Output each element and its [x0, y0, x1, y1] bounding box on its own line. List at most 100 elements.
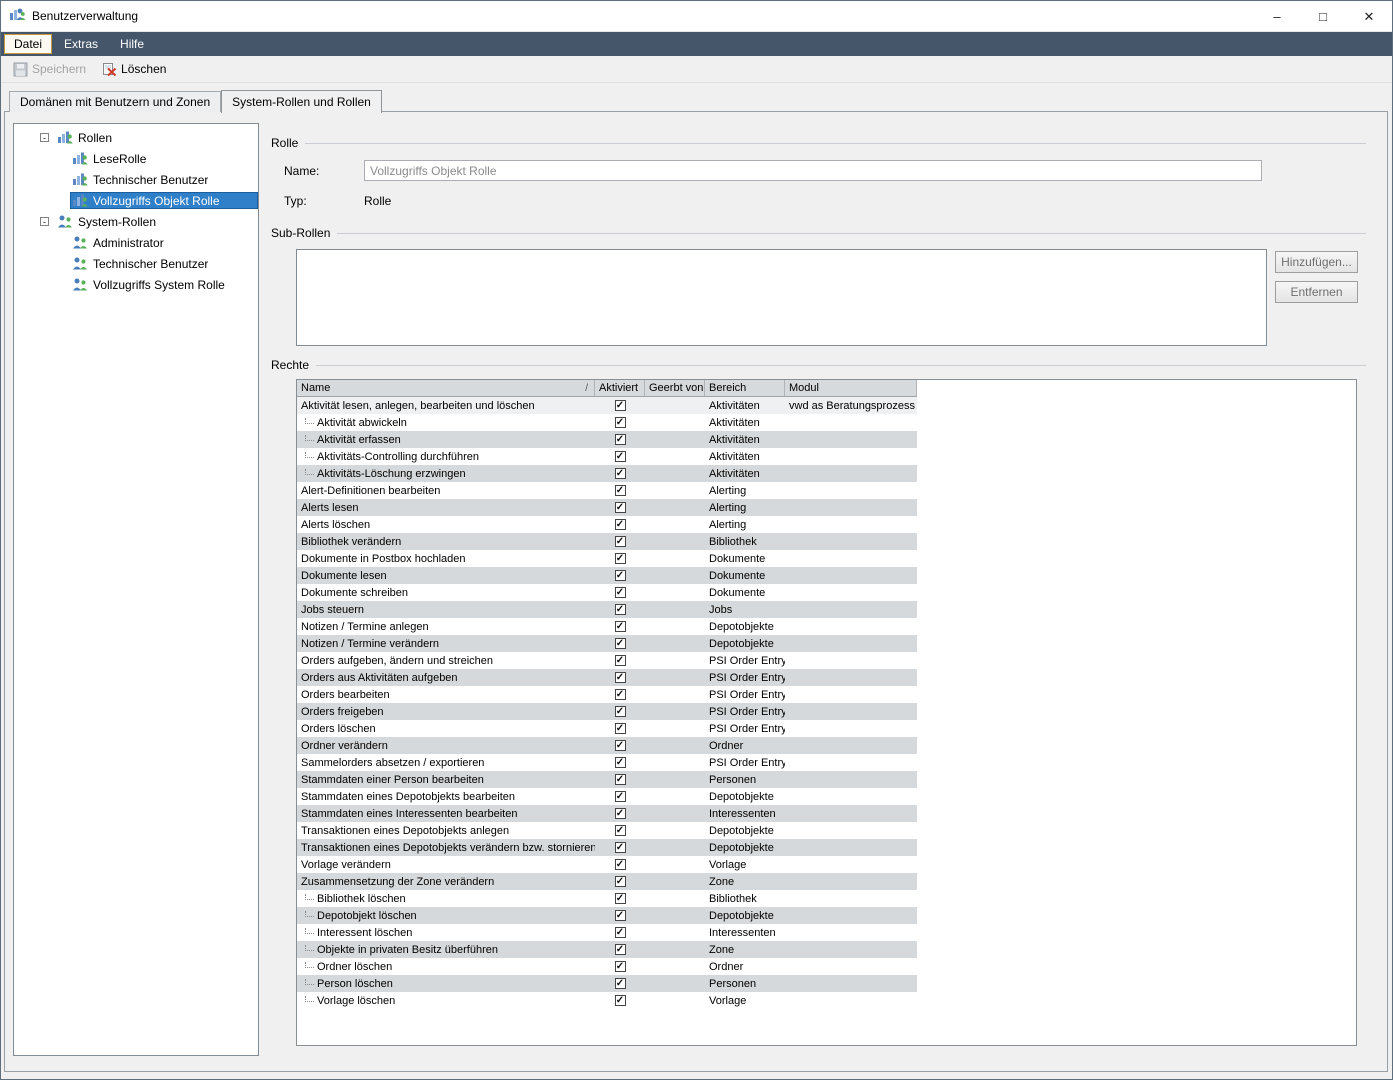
- close-button[interactable]: ✕: [1346, 1, 1392, 32]
- rights-row-aktivitäts-controlling-durchführen[interactable]: Aktivitäts-Controlling durchführen✓Aktiv…: [297, 448, 917, 465]
- rights-row-bibliothek-löschen[interactable]: Bibliothek löschen✓Bibliothek: [297, 890, 917, 907]
- checkbox-checked-icon[interactable]: ✓: [615, 672, 626, 683]
- rights-row-stammdaten-einer-person-bearbeiten[interactable]: Stammdaten einer Person bearbeiten✓Perso…: [297, 771, 917, 788]
- checkbox-checked-icon[interactable]: ✓: [615, 842, 626, 853]
- rights-row-alert-definitionen-bearbeiten[interactable]: Alert-Definitionen bearbeiten✓Alerting: [297, 482, 917, 499]
- checkbox-checked-icon[interactable]: ✓: [615, 689, 626, 700]
- checkbox-checked-icon[interactable]: ✓: [615, 451, 626, 462]
- maximize-button[interactable]: □: [1300, 1, 1346, 32]
- checkbox-checked-icon[interactable]: ✓: [615, 825, 626, 836]
- tab-system-rollen-und-rollen[interactable]: System-Rollen und Rollen: [221, 90, 382, 113]
- checkbox-checked-icon[interactable]: ✓: [615, 570, 626, 581]
- checkbox-checked-icon[interactable]: ✓: [615, 400, 626, 411]
- rights-row-orders-aufgeben-ändern-und-streichen[interactable]: Orders aufgeben, ändern und streichen✓PS…: [297, 652, 917, 669]
- checkbox-checked-icon[interactable]: ✓: [615, 587, 626, 598]
- collapse-icon[interactable]: -: [40, 217, 49, 226]
- tree-node-rollen[interactable]: -Rollen: [14, 127, 258, 148]
- rights-row-transaktionen-eines-depotobjekts-verändern-bzw-stornieren[interactable]: Transaktionen eines Depotobjekts verände…: [297, 839, 917, 856]
- rights-row-aktivität-erfassen[interactable]: Aktivität erfassen✓Aktivitäten: [297, 431, 917, 448]
- tree-item-administrator[interactable]: Administrator: [14, 232, 258, 253]
- rights-row-notizen-termine-verändern[interactable]: Notizen / Termine verändern✓Depotobjekte: [297, 635, 917, 652]
- checkbox-checked-icon[interactable]: ✓: [615, 655, 626, 666]
- rights-row-transaktionen-eines-depotobjekts-anlegen[interactable]: Transaktionen eines Depotobjekts anlegen…: [297, 822, 917, 839]
- delete-button[interactable]: Löschen: [98, 60, 170, 79]
- checkbox-checked-icon[interactable]: ✓: [615, 536, 626, 547]
- rights-row-orders-freigeben[interactable]: Orders freigeben✓PSI Order Entry: [297, 703, 917, 720]
- rights-row-aktivität-abwickeln[interactable]: Aktivität abwickeln✓Aktivitäten: [297, 414, 917, 431]
- checkbox-checked-icon[interactable]: ✓: [615, 740, 626, 751]
- checkbox-checked-icon[interactable]: ✓: [615, 621, 626, 632]
- tree-item-leserolle[interactable]: LeseRolle: [14, 148, 258, 169]
- checkbox-checked-icon[interactable]: ✓: [615, 417, 626, 428]
- role-name-input[interactable]: [364, 160, 1262, 181]
- remove-subrole-button[interactable]: Entfernen: [1275, 281, 1358, 303]
- checkbox-checked-icon[interactable]: ✓: [615, 893, 626, 904]
- tree-item-vollzugriffs-objekt-rolle[interactable]: Vollzugriffs Objekt Rolle: [14, 190, 258, 211]
- rights-row-stammdaten-eines-interessenten-bearbeiten[interactable]: Stammdaten eines Interessenten bearbeite…: [297, 805, 917, 822]
- checkbox-checked-icon[interactable]: ✓: [615, 859, 626, 870]
- menu-hilfe[interactable]: Hilfe: [110, 34, 154, 54]
- add-subrole-button[interactable]: Hinzufügen...: [1275, 251, 1358, 273]
- checkbox-checked-icon[interactable]: ✓: [615, 910, 626, 921]
- checkbox-checked-icon[interactable]: ✓: [615, 434, 626, 445]
- column-header-aktiviert[interactable]: Aktiviert: [595, 380, 645, 397]
- rights-row-stammdaten-eines-depotobjekts-bearbeiten[interactable]: Stammdaten eines Depotobjekts bearbeiten…: [297, 788, 917, 805]
- rights-row-depotobjekt-löschen[interactable]: Depotobjekt löschen✓Depotobjekte: [297, 907, 917, 924]
- save-button[interactable]: Speichern: [9, 60, 90, 79]
- column-header-modul[interactable]: Modul: [785, 380, 917, 397]
- rights-row-person-löschen[interactable]: Person löschen✓Personen: [297, 975, 917, 992]
- rights-row-jobs-steuern[interactable]: Jobs steuern✓Jobs: [297, 601, 917, 618]
- menu-extras[interactable]: Extras: [54, 34, 108, 54]
- rights-row-aktivitäts-löschung-erzwingen[interactable]: Aktivitäts-Löschung erzwingen✓Aktivitäte…: [297, 465, 917, 482]
- checkbox-checked-icon[interactable]: ✓: [615, 638, 626, 649]
- checkbox-checked-icon[interactable]: ✓: [615, 791, 626, 802]
- checkbox-checked-icon[interactable]: ✓: [615, 553, 626, 564]
- roles-tree[interactable]: -RollenLeseRolleTechnischer BenutzerVoll…: [13, 123, 259, 1056]
- checkbox-checked-icon[interactable]: ✓: [615, 519, 626, 530]
- column-header-name[interactable]: Name /: [297, 380, 595, 397]
- tree-item-technischer-benutzer[interactable]: Technischer Benutzer: [14, 253, 258, 274]
- rights-row-interessent-löschen[interactable]: Interessent löschen✓Interessenten: [297, 924, 917, 941]
- checkbox-checked-icon[interactable]: ✓: [615, 944, 626, 955]
- column-header-bereich[interactable]: Bereich: [705, 380, 785, 397]
- checkbox-checked-icon[interactable]: ✓: [615, 774, 626, 785]
- rights-row-notizen-termine-anlegen[interactable]: Notizen / Termine anlegen✓Depotobjekte: [297, 618, 917, 635]
- tree-item-vollzugriffs-system-rolle[interactable]: Vollzugriffs System Rolle: [14, 274, 258, 295]
- rights-row-orders-löschen[interactable]: Orders löschen✓PSI Order Entry: [297, 720, 917, 737]
- checkbox-checked-icon[interactable]: ✓: [615, 485, 626, 496]
- checkbox-checked-icon[interactable]: ✓: [615, 604, 626, 615]
- minimize-button[interactable]: –: [1254, 1, 1300, 32]
- rights-row-ordner-löschen[interactable]: Ordner löschen✓Ordner: [297, 958, 917, 975]
- checkbox-checked-icon[interactable]: ✓: [615, 468, 626, 479]
- rights-row-dokumente-schreiben[interactable]: Dokumente schreiben✓Dokumente: [297, 584, 917, 601]
- rights-row-sammelorders-absetzen-exportieren[interactable]: Sammelorders absetzen / exportieren✓PSI …: [297, 754, 917, 771]
- tree-node-system-rollen[interactable]: -System-Rollen: [14, 211, 258, 232]
- rights-row-bibliothek-verändern[interactable]: Bibliothek verändern✓Bibliothek: [297, 533, 917, 550]
- collapse-icon[interactable]: -: [40, 133, 49, 142]
- menu-datei[interactable]: Datei: [4, 34, 52, 54]
- checkbox-checked-icon[interactable]: ✓: [615, 723, 626, 734]
- checkbox-checked-icon[interactable]: ✓: [615, 927, 626, 938]
- rights-row-zusammensetzung-der-zone-verändern[interactable]: Zusammensetzung der Zone verändern✓Zone: [297, 873, 917, 890]
- rights-row-orders-bearbeiten[interactable]: Orders bearbeiten✓PSI Order Entry: [297, 686, 917, 703]
- tab-domänen-mit-benutzern-und-zonen[interactable]: Domänen mit Benutzern und Zonen: [9, 91, 221, 112]
- checkbox-checked-icon[interactable]: ✓: [615, 995, 626, 1006]
- rights-row-orders-aus-aktivitäten-aufgeben[interactable]: Orders aus Aktivitäten aufgeben✓PSI Orde…: [297, 669, 917, 686]
- tree-item-technischer-benutzer[interactable]: Technischer Benutzer: [14, 169, 258, 190]
- column-header-geerbt-von[interactable]: Geerbt von: [645, 380, 705, 397]
- rights-row-dokumente-lesen[interactable]: Dokumente lesen✓Dokumente: [297, 567, 917, 584]
- rights-row-ordner-verändern[interactable]: Ordner verändern✓Ordner: [297, 737, 917, 754]
- rights-row-alerts-lesen[interactable]: Alerts lesen✓Alerting: [297, 499, 917, 516]
- checkbox-checked-icon[interactable]: ✓: [615, 757, 626, 768]
- rights-row-vorlage-löschen[interactable]: Vorlage löschen✓Vorlage: [297, 992, 917, 1009]
- rights-row-alerts-löschen[interactable]: Alerts löschen✓Alerting: [297, 516, 917, 533]
- checkbox-checked-icon[interactable]: ✓: [615, 706, 626, 717]
- checkbox-checked-icon[interactable]: ✓: [615, 502, 626, 513]
- rights-row-vorlage-verändern[interactable]: Vorlage verändern✓Vorlage: [297, 856, 917, 873]
- checkbox-checked-icon[interactable]: ✓: [615, 978, 626, 989]
- subroles-listbox[interactable]: [296, 249, 1267, 346]
- checkbox-checked-icon[interactable]: ✓: [615, 876, 626, 887]
- checkbox-checked-icon[interactable]: ✓: [615, 808, 626, 819]
- rights-row-dokumente-in-postbox-hochladen[interactable]: Dokumente in Postbox hochladen✓Dokumente: [297, 550, 917, 567]
- rights-row-aktivität-lesen-anlegen-bearbeiten-und-löschen[interactable]: Aktivität lesen, anlegen, bearbeiten und…: [297, 397, 917, 414]
